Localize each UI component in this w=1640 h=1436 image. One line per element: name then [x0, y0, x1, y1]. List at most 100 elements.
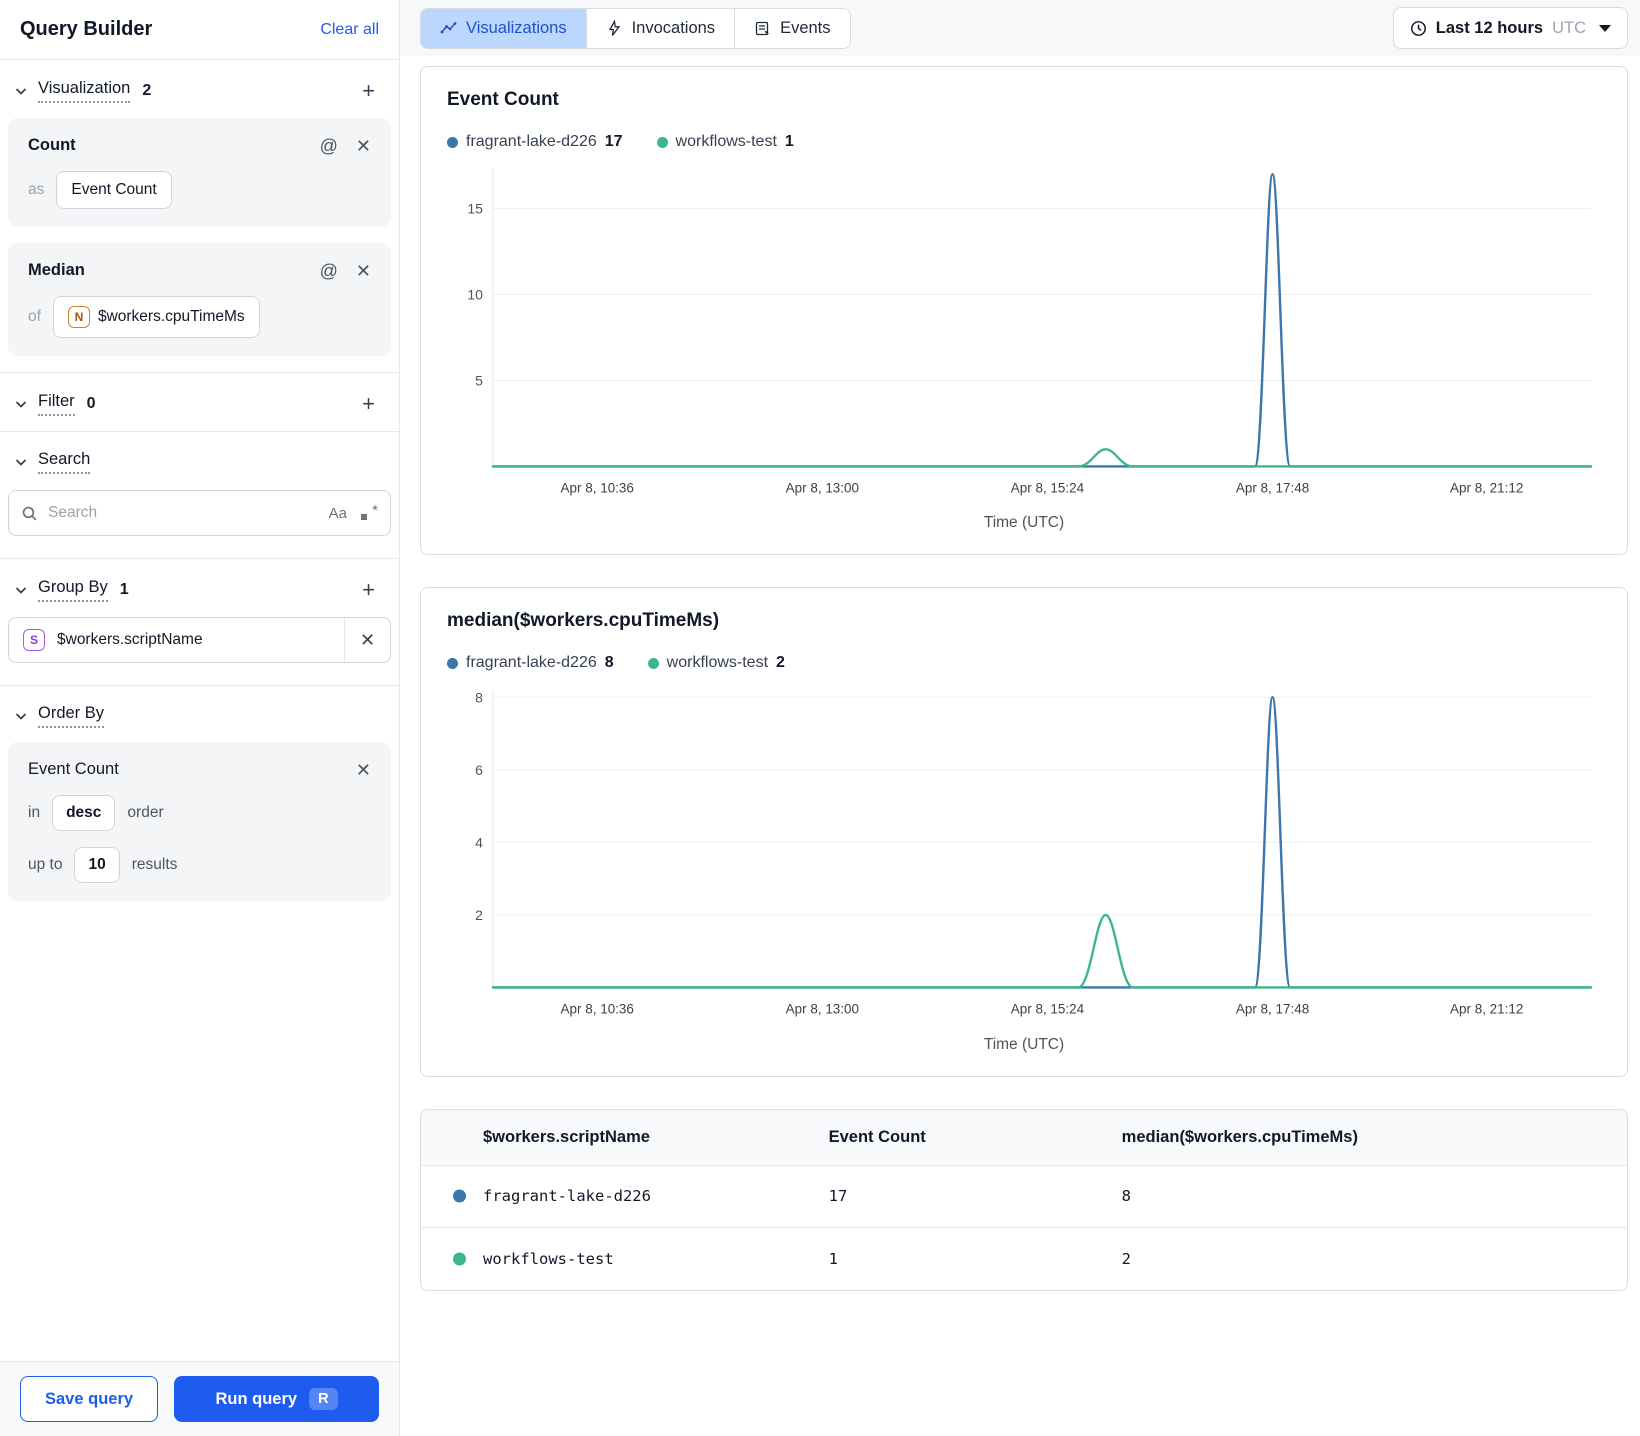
app-root: Query Builder Clear all Visualization 2 …	[0, 0, 1640, 1436]
table-row[interactable]: workflows-test 1 2	[421, 1227, 1627, 1290]
legend-item[interactable]: workflows-test 2	[647, 654, 785, 672]
add-group-by-button[interactable]: +	[358, 577, 379, 603]
event-count-alias-chip[interactable]: Event Count	[56, 171, 172, 209]
lightning-icon	[608, 19, 620, 36]
tab-label: Visualizations	[466, 18, 567, 37]
up-to-label: up to	[28, 856, 63, 873]
clear-all-button[interactable]: Clear all	[320, 21, 379, 39]
caret-down-icon	[1599, 24, 1611, 32]
legend-label: fragrant-lake-d226	[466, 133, 597, 150]
median-cell: 2	[1121, 1249, 1132, 1268]
results-label: results	[131, 856, 178, 873]
search-input[interactable]	[48, 504, 319, 522]
svg-text:4: 4	[475, 835, 483, 851]
remove-group-by-button[interactable]: ✕	[344, 618, 390, 662]
add-filter-button[interactable]: +	[358, 391, 379, 417]
query-builder-sidebar: Query Builder Clear all Visualization 2 …	[0, 0, 400, 1436]
script-name-cell: fragrant-lake-d226	[421, 1187, 829, 1205]
save-query-button[interactable]: Save query	[20, 1376, 159, 1422]
run-query-label: Run query	[215, 1389, 298, 1408]
svg-text:Apr 8, 10:36: Apr 8, 10:36	[561, 480, 634, 495]
svg-text:Apr 8, 17:48: Apr 8, 17:48	[1236, 1002, 1309, 1017]
tab-visualizations[interactable]: Visualizations	[421, 8, 587, 48]
chevron-down-icon[interactable]	[14, 709, 28, 723]
legend-label: workflows-test	[666, 654, 769, 672]
sidebar-body: Visualization 2 + Count @ ✕ as Event Cou…	[0, 60, 399, 1436]
svg-text:10: 10	[467, 286, 483, 302]
svg-text:Apr 8, 13:00: Apr 8, 13:00	[786, 1002, 859, 1017]
tab-events[interactable]: Events	[735, 8, 850, 48]
section-filter-header: Filter 0 +	[0, 373, 399, 431]
chevron-down-icon[interactable]	[14, 84, 28, 98]
x-axis-title: Time (UTC)	[983, 514, 1065, 532]
line-chart: 2 4 6 8 Apr 8, 10:36 Apr 8, 13:00 Apr 8, 15:24…	[447, 682, 1601, 1033]
page-title: Query Builder	[20, 18, 153, 40]
group-by-field-value: $workers.scriptName	[57, 631, 203, 648]
section-group-by-label: Group By	[38, 578, 108, 602]
order-label: order	[127, 804, 164, 821]
legend-item[interactable]: fragrant-lake-d226 17	[447, 133, 623, 151]
section-group-by-header: Group By 1 +	[0, 559, 399, 617]
group-by-field[interactable]: S $workers.scriptName	[9, 618, 344, 662]
column-header: $workers.scriptName	[483, 1127, 650, 1146]
chart-title: median($workers.cpuTimeMs)	[447, 610, 720, 632]
close-icon[interactable]: ✕	[356, 262, 371, 280]
chevron-down-icon[interactable]	[14, 583, 28, 597]
line-chart-icon	[440, 21, 457, 33]
legend-value: 17	[604, 133, 623, 150]
median-field-chip[interactable]: N $workers.cpuTimeMs	[52, 296, 260, 338]
chevron-down-icon[interactable]	[14, 397, 28, 411]
sort-direction-chip[interactable]: desc	[52, 795, 116, 831]
table-header-row: $workers.scriptName Event Count median($…	[421, 1109, 1627, 1166]
section-visualization-header: Visualization 2 +	[0, 60, 399, 118]
x-axis-title: Time (UTC)	[983, 1035, 1065, 1053]
series-dot	[647, 657, 659, 669]
close-icon[interactable]: ✕	[356, 137, 371, 155]
legend-item[interactable]: workflows-test 1	[656, 133, 794, 151]
tab-label: Events	[780, 18, 831, 37]
tab-invocations[interactable]: Invocations	[586, 8, 736, 48]
script-name-cell: workflows-test	[421, 1250, 829, 1268]
regex-icon[interactable]: *	[361, 502, 378, 521]
visualization-count: 2	[142, 82, 152, 99]
chevron-down-icon[interactable]	[14, 455, 28, 469]
section-search-label: Search	[38, 450, 91, 474]
legend-item[interactable]: fragrant-lake-d226 8	[447, 654, 614, 672]
events-note-icon	[755, 21, 769, 35]
median-field-value: $workers.cpuTimeMs	[97, 308, 245, 325]
time-range-timezone: UTC	[1552, 18, 1586, 37]
in-label: in	[28, 804, 41, 821]
section-search-header: Search	[0, 432, 399, 488]
at-mention-icon[interactable]: @	[320, 137, 338, 155]
run-query-button[interactable]: Run query R	[174, 1376, 379, 1422]
median-aggregation-card: Median @ ✕ of N $workers.cpuTimeMs	[8, 243, 391, 356]
series-dot	[447, 657, 458, 669]
order-by-field: Event Count	[28, 760, 119, 778]
legend-label: fragrant-lake-d226	[466, 654, 597, 672]
filter-count: 0	[86, 395, 96, 412]
main-area: Visualizations Invocations Events Last 1…	[400, 0, 1640, 1436]
svg-text:5: 5	[475, 373, 483, 389]
of-label: of	[28, 308, 41, 325]
svg-text:Apr 8, 17:48: Apr 8, 17:48	[1236, 480, 1309, 495]
result-limit-chip[interactable]: 10	[74, 847, 120, 883]
table-row[interactable]: fragrant-lake-d226 17 8	[421, 1165, 1627, 1228]
svg-text:Apr 8, 15:24: Apr 8, 15:24	[1011, 480, 1085, 495]
group-by-count: 1	[119, 581, 129, 598]
string-type-icon: S	[23, 629, 45, 651]
count-aggregation-card: Count @ ✕ as Event Count	[8, 118, 391, 227]
at-mention-icon[interactable]: @	[320, 262, 338, 280]
count-card-title: Count	[28, 136, 76, 154]
close-icon[interactable]: ✕	[356, 761, 371, 779]
add-visualization-button[interactable]: +	[358, 78, 379, 104]
legend-value: 1	[784, 133, 794, 150]
time-range-value: Last 12 hours	[1435, 18, 1544, 37]
line-chart: 5 10 15 Apr 8, 10:36 Apr 8, 13:00 Apr 8, 15:2…	[447, 161, 1601, 512]
svg-text:15: 15	[467, 201, 483, 217]
time-range-picker[interactable]: Last 12 hours UTC	[1392, 7, 1628, 49]
main-topbar: Visualizations Invocations Events Last 1…	[400, 0, 1640, 56]
section-visualization-label: Visualization	[38, 79, 131, 103]
match-case-icon[interactable]: Aa	[329, 505, 347, 522]
visualizations-panel: Event Count fragrant-lake-d226 17 workfl…	[400, 56, 1640, 1436]
chart-legend: fragrant-lake-d226 8 workflows-test 2	[447, 654, 1601, 672]
